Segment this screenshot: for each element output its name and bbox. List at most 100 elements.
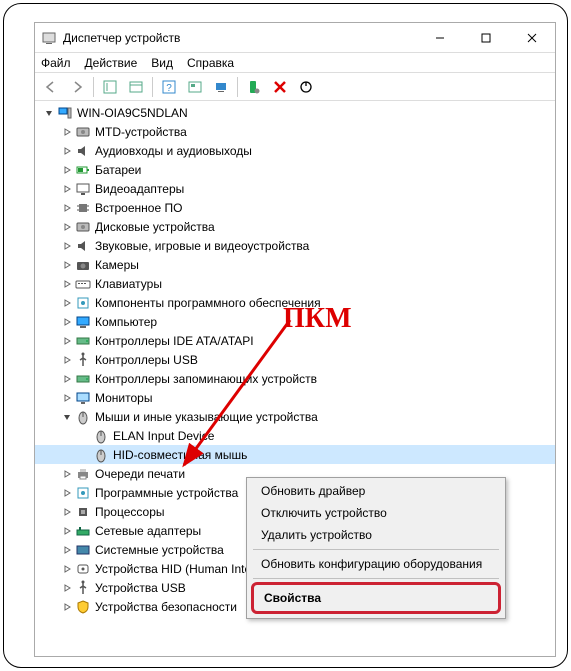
chevron-right-icon[interactable]: [59, 561, 75, 577]
chip-icon: [75, 200, 91, 216]
chevron-right-icon[interactable]: [59, 124, 75, 140]
computer-icon: [75, 314, 91, 330]
mouse-icon: [75, 409, 91, 425]
tree-node[interactable]: Батареи: [35, 160, 555, 179]
tree-node-label: Сетевые адаптеры: [95, 524, 201, 538]
chevron-right-icon[interactable]: [59, 580, 75, 596]
tree-node-label: WIN-OIA9C5NDLAN: [77, 106, 188, 120]
security-icon: [75, 599, 91, 615]
back-button[interactable]: [39, 76, 63, 98]
toolbar: ?: [35, 73, 555, 101]
toolbar-icon[interactable]: [183, 76, 207, 98]
toolbar-icon[interactable]: [124, 76, 148, 98]
ctx-update-driver[interactable]: Обновить драйвер: [249, 480, 503, 502]
toolbar-icon[interactable]: [98, 76, 122, 98]
storage-icon: [75, 371, 91, 387]
chevron-right-icon[interactable]: [59, 276, 75, 292]
chevron-right-icon[interactable]: [59, 257, 75, 273]
tree-node[interactable]: Мыши и иные указывающие устройства: [35, 407, 555, 426]
ctx-scan-hardware[interactable]: Обновить конфигурацию оборудования: [249, 553, 503, 575]
ctx-uninstall-device[interactable]: Удалить устройство: [249, 524, 503, 546]
help-button[interactable]: ?: [157, 76, 181, 98]
disk-icon: [75, 219, 91, 235]
chevron-right-icon[interactable]: [59, 504, 75, 520]
minimize-button[interactable]: [417, 23, 463, 53]
svg-text:?: ?: [166, 83, 172, 94]
menu-action[interactable]: Действие: [85, 56, 138, 70]
tree-node[interactable]: Дисковые устройства: [35, 217, 555, 236]
tree-node-label: Контроллеры запоминающих устройств: [95, 372, 317, 386]
keyboard-icon: [75, 276, 91, 292]
chevron-right-icon[interactable]: [59, 542, 75, 558]
display-icon: [75, 181, 91, 197]
separator: [253, 549, 499, 550]
mouse-icon: [93, 428, 109, 444]
chevron-right-icon[interactable]: [59, 523, 75, 539]
monitor-icon: [75, 390, 91, 406]
menu-view[interactable]: Вид: [151, 56, 173, 70]
chevron-right-icon[interactable]: [59, 352, 75, 368]
tree-node-label: Устройства безопасности: [95, 600, 237, 614]
chevron-right-icon[interactable]: [59, 295, 75, 311]
tree-node-label: HID-совместимая мышь: [113, 448, 247, 462]
mouse-icon: [93, 447, 109, 463]
soft-icon: [75, 485, 91, 501]
menu-file[interactable]: Файл: [41, 56, 71, 70]
menu-help[interactable]: Справка: [187, 56, 234, 70]
tree-node-label: Дисковые устройства: [95, 220, 215, 234]
context-menu: Обновить драйвер Отключить устройство Уд…: [246, 477, 506, 619]
tree-node[interactable]: Аудиовходы и аудиовыходы: [35, 141, 555, 160]
tree-node-label: Звуковые, игровые и видеоустройства: [95, 239, 309, 253]
separator: [253, 578, 499, 579]
tree-node[interactable]: ELAN Input Device: [35, 426, 555, 445]
uninstall-button[interactable]: [268, 76, 292, 98]
disable-button[interactable]: [294, 76, 318, 98]
ctx-properties[interactable]: Свойства: [251, 582, 501, 614]
tree-node[interactable]: Звуковые, игровые и видеоустройства: [35, 236, 555, 255]
chevron-right-icon[interactable]: [59, 599, 75, 615]
tree-node[interactable]: Встроенное ПО: [35, 198, 555, 217]
tree-node-label: Видеоадаптеры: [95, 182, 184, 196]
tree-node[interactable]: HID-совместимая мышь: [35, 445, 555, 464]
cpu-icon: [75, 504, 91, 520]
tree-node[interactable]: Видеоадаптеры: [35, 179, 555, 198]
chevron-right-icon[interactable]: [59, 485, 75, 501]
chevron-right-icon[interactable]: [59, 333, 75, 349]
app-icon: [41, 30, 57, 46]
tree-node[interactable]: Мониторы: [35, 388, 555, 407]
tree-node-label: Контроллеры USB: [95, 353, 198, 367]
printer-icon: [75, 466, 91, 482]
chevron-right-icon[interactable]: [59, 371, 75, 387]
scan-hardware-button[interactable]: [209, 76, 233, 98]
tree-node-label: Очереди печати: [95, 467, 185, 481]
chevron-right-icon[interactable]: [59, 200, 75, 216]
chevron-right-icon[interactable]: [59, 219, 75, 235]
tree-node[interactable]: Контроллеры запоминающих устройств: [35, 369, 555, 388]
chevron-right-icon[interactable]: [59, 143, 75, 159]
chevron-right-icon[interactable]: [59, 466, 75, 482]
forward-button[interactable]: [65, 76, 89, 98]
chevron-right-icon[interactable]: [59, 314, 75, 330]
ctx-disable-device[interactable]: Отключить устройство: [249, 502, 503, 524]
chevron-right-icon[interactable]: [59, 162, 75, 178]
net-icon: [75, 523, 91, 539]
maximize-button[interactable]: [463, 23, 509, 53]
tree-node[interactable]: Контроллеры USB: [35, 350, 555, 369]
tree-node[interactable]: Камеры: [35, 255, 555, 274]
titlebar: Диспетчер устройств: [35, 23, 555, 53]
tree-node[interactable]: Клавиатуры: [35, 274, 555, 293]
close-button[interactable]: [509, 23, 555, 53]
tree-node-label: Батареи: [95, 163, 141, 177]
tree-node-label: Встроенное ПО: [95, 201, 182, 215]
chevron-right-icon[interactable]: [59, 181, 75, 197]
usb-icon: [75, 352, 91, 368]
chevron-right-icon[interactable]: [59, 390, 75, 406]
chevron-down-icon[interactable]: [41, 105, 57, 121]
update-driver-button[interactable]: [242, 76, 266, 98]
tree-node[interactable]: MTD-устройства: [35, 122, 555, 141]
tree-node[interactable]: WIN-OIA9C5NDLAN: [35, 103, 555, 122]
chevron-right-icon[interactable]: [59, 238, 75, 254]
hid-icon: [75, 561, 91, 577]
chevron-down-icon[interactable]: [59, 409, 75, 425]
storage-icon: [75, 333, 91, 349]
